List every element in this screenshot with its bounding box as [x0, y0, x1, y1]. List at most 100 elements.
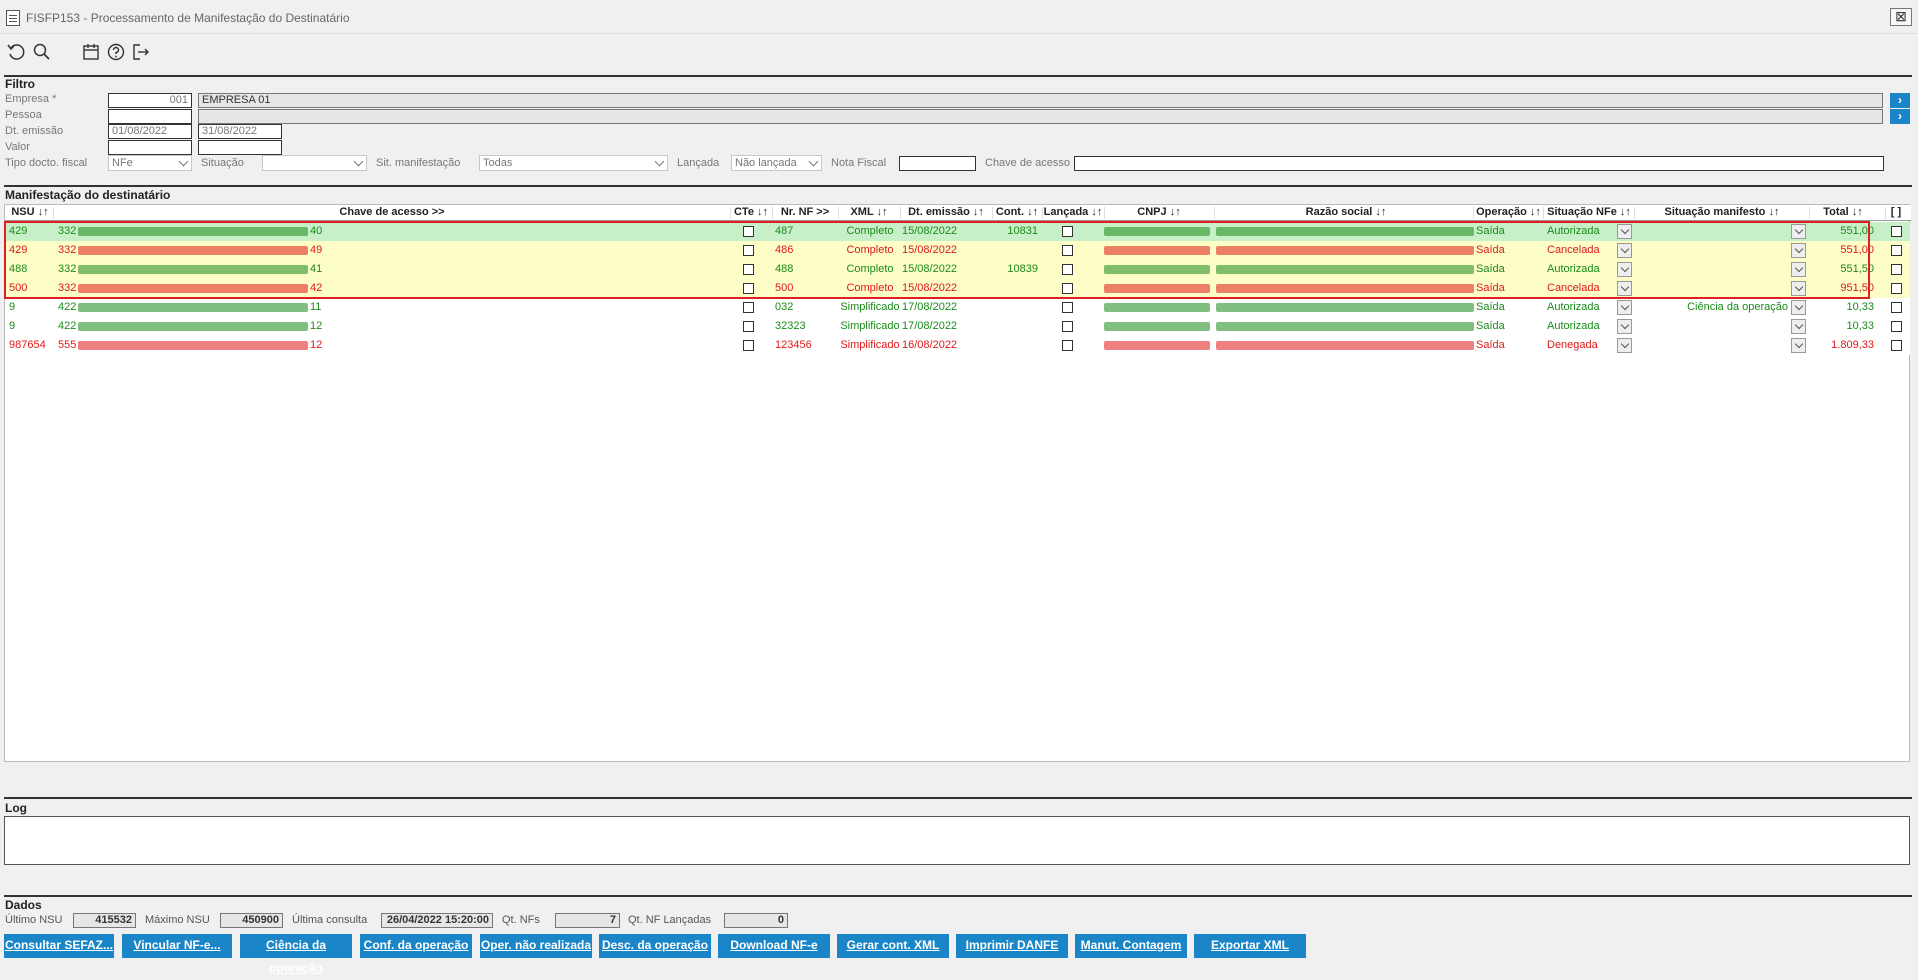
- col-operacao[interactable]: Operação ↓↑: [1474, 206, 1543, 218]
- cte-checkbox[interactable]: [743, 321, 754, 332]
- lancada-checkbox[interactable]: [1062, 321, 1073, 332]
- col-select-all[interactable]: [ ]: [1886, 206, 1906, 218]
- toolbar: [0, 34, 1918, 68]
- col-cont[interactable]: Cont. ↓↑: [993, 206, 1041, 218]
- exportar-xml-button[interactable]: Exportar XML: [1194, 934, 1306, 958]
- col-nr-nf[interactable]: Nr. NF >>: [773, 206, 837, 218]
- col-situacao-manifesto[interactable]: Situação manifesto ↓↑: [1635, 206, 1809, 218]
- cte-checkbox[interactable]: [743, 226, 754, 237]
- situacao-nfe-dropdown[interactable]: [1617, 243, 1632, 258]
- total-cell: 10,33: [1846, 320, 1874, 332]
- dt-emissao-to-field[interactable]: 31/08/2022: [198, 124, 282, 139]
- gerar-cont-xml-button[interactable]: Gerar cont. XML: [837, 934, 949, 958]
- row-select-checkbox[interactable]: [1891, 264, 1902, 275]
- lancada-select[interactable]: Não lançada: [731, 155, 822, 171]
- help-icon[interactable]: [106, 42, 126, 62]
- row-select-checkbox[interactable]: [1891, 226, 1902, 237]
- situacao-manifesto-dropdown[interactable]: [1791, 281, 1806, 296]
- cte-checkbox[interactable]: [743, 264, 754, 275]
- cte-checkbox[interactable]: [743, 340, 754, 351]
- situacao-nfe-dropdown[interactable]: [1617, 300, 1632, 315]
- col-chave[interactable]: Chave de acesso >>: [55, 206, 729, 218]
- lancada-checkbox[interactable]: [1062, 226, 1073, 237]
- row-select-checkbox[interactable]: [1891, 283, 1902, 294]
- col-total[interactable]: Total ↓↑: [1810, 206, 1876, 218]
- col-cnpj[interactable]: CNPJ ↓↑: [1105, 206, 1213, 218]
- nota-fiscal-field[interactable]: [899, 156, 976, 171]
- col-cte[interactable]: CTe ↓↑: [731, 206, 771, 218]
- cont-cell: 10831: [1007, 225, 1038, 237]
- valor-to-field[interactable]: [198, 140, 282, 155]
- situacao-nfe-dropdown[interactable]: [1617, 224, 1632, 239]
- log-area[interactable]: [4, 816, 1910, 865]
- refresh-icon[interactable]: [6, 42, 26, 62]
- ciencia-operacao-button[interactable]: Ciência da operação: [240, 934, 352, 975]
- lancada-checkbox[interactable]: [1062, 340, 1073, 351]
- row-select-checkbox[interactable]: [1891, 340, 1902, 351]
- row-select-checkbox[interactable]: [1891, 302, 1902, 313]
- situacao-manifesto-dropdown[interactable]: [1791, 262, 1806, 277]
- calendar-icon[interactable]: [81, 42, 101, 62]
- col-razao[interactable]: Razão social ↓↑: [1215, 206, 1477, 218]
- table-row[interactable]: 488 332 41 488 Completo 15/08/2022 10839 Saída A…: [6, 260, 1910, 279]
- situacao-manifesto-dropdown[interactable]: [1791, 224, 1806, 239]
- table-row[interactable]: 429 332 40 487 Completo 15/08/2022 10831 Saída A…: [6, 222, 1910, 241]
- nfe-grid: NSU ↓↑ Chave de acesso >> CTe ↓↑ Nr. NF …: [4, 204, 1911, 762]
- situacao-nfe-dropdown[interactable]: [1617, 338, 1632, 353]
- col-xml[interactable]: XML ↓↑: [839, 206, 899, 218]
- situacao-manifesto-cell: Ciência da operação: [1687, 301, 1788, 313]
- situacao-manifesto-dropdown[interactable]: [1791, 319, 1806, 334]
- valor-from-field[interactable]: [108, 140, 192, 155]
- imprimir-danfe-button[interactable]: Imprimir DANFE: [956, 934, 1068, 958]
- situacao-manifesto-dropdown[interactable]: [1791, 300, 1806, 315]
- col-lancada[interactable]: Lançada ↓↑: [1043, 206, 1103, 218]
- cte-checkbox[interactable]: [743, 302, 754, 313]
- qt-nf-lancadas-value: 0: [724, 913, 788, 928]
- row-select-checkbox[interactable]: [1891, 245, 1902, 256]
- table-row[interactable]: 9 422 11 032 Simplificado 17/08/2022 Saída Auto…: [6, 298, 1910, 317]
- situacao-manifesto-dropdown[interactable]: [1791, 243, 1806, 258]
- lancada-checkbox[interactable]: [1062, 283, 1073, 294]
- chave-acesso-field[interactable]: [1074, 156, 1884, 171]
- valor-label: Valor: [5, 141, 30, 153]
- situacao-nfe-dropdown[interactable]: [1617, 262, 1632, 277]
- table-row[interactable]: 500 332 42 500 Completo 15/08/2022 Saída Cancel…: [6, 279, 1910, 298]
- lancada-checkbox[interactable]: [1062, 302, 1073, 313]
- cte-checkbox[interactable]: [743, 283, 754, 294]
- lancada-checkbox[interactable]: [1062, 245, 1073, 256]
- situacao-select[interactable]: [262, 155, 367, 171]
- situacao-nfe-dropdown[interactable]: [1617, 319, 1632, 334]
- desc-operacao-button[interactable]: Desc. da operação: [599, 934, 711, 958]
- col-nsu[interactable]: NSU ↓↑: [8, 206, 52, 218]
- dt-emissao-from-field[interactable]: 01/08/2022: [108, 124, 192, 139]
- cte-checkbox[interactable]: [743, 245, 754, 256]
- table-row[interactable]: 429 332 49 486 Completo 15/08/2022 Saída Cancel…: [6, 241, 1910, 260]
- table-row[interactable]: 9 422 12 32323 Simplificado 17/08/2022 Saída Au…: [6, 317, 1910, 336]
- pessoa-lookup-button[interactable]: ›: [1890, 109, 1910, 124]
- pessoa-code-field[interactable]: [108, 109, 192, 124]
- lancada-checkbox[interactable]: [1062, 264, 1073, 275]
- chave-acesso-end: 49: [310, 244, 323, 256]
- oper-nao-realizada-button[interactable]: Oper. não realizada: [480, 934, 592, 958]
- exit-icon[interactable]: [131, 42, 151, 62]
- empresa-code-field[interactable]: 001: [108, 93, 192, 108]
- conf-operacao-button[interactable]: Conf. da operação: [360, 934, 472, 958]
- vincular-nfe-button[interactable]: Vincular NF-e...: [122, 934, 232, 958]
- manut-contagem-button[interactable]: Manut. Contagem: [1075, 934, 1187, 958]
- col-dt-emissao[interactable]: Dt. emissão ↓↑: [901, 206, 991, 218]
- nota-fiscal-label: Nota Fiscal: [831, 157, 887, 169]
- consultar-sefaz-button[interactable]: Consultar SEFAZ...: [4, 934, 114, 958]
- table-row[interactable]: 987654 555 12 123456 Simplificado 16/08/2022 S…: [6, 336, 1910, 355]
- close-button[interactable]: ⊠: [1890, 8, 1912, 26]
- operacao-cell: Saída: [1476, 320, 1505, 332]
- row-select-checkbox[interactable]: [1891, 321, 1902, 332]
- tipo-docto-select[interactable]: NFe: [108, 155, 192, 171]
- download-nfe-button[interactable]: Download NF-e: [718, 934, 830, 958]
- empresa-lookup-button[interactable]: ›: [1890, 93, 1910, 108]
- sit-manifestacao-select[interactable]: Todas: [479, 155, 668, 171]
- situacao-manifesto-dropdown[interactable]: [1791, 338, 1806, 353]
- search-icon[interactable]: [32, 42, 52, 62]
- nsu-cell: 500: [9, 282, 28, 294]
- col-situacao-nfe[interactable]: Situação NFe ↓↑: [1544, 206, 1634, 218]
- situacao-nfe-dropdown[interactable]: [1617, 281, 1632, 296]
